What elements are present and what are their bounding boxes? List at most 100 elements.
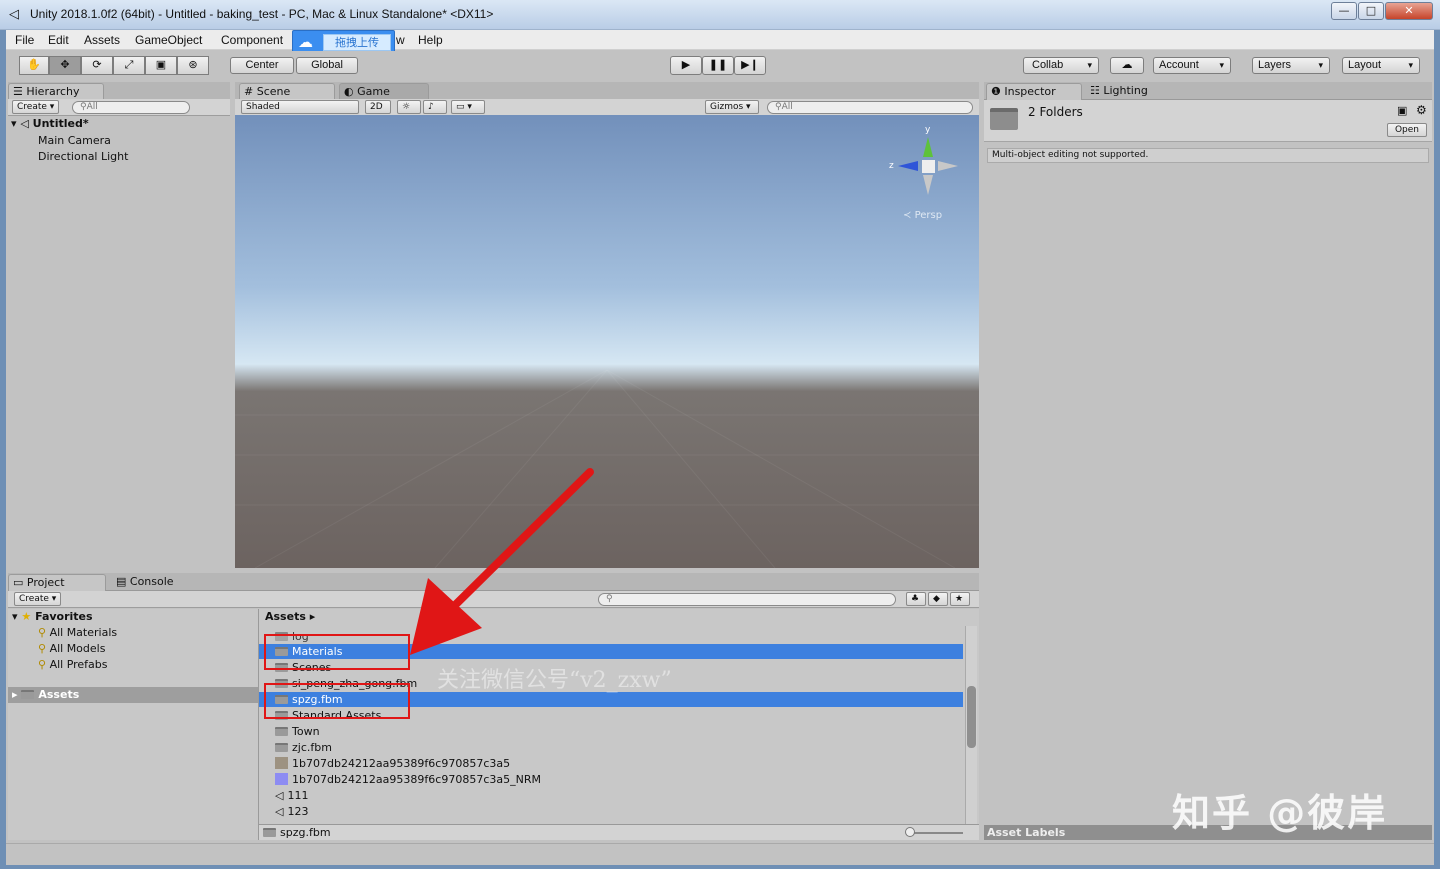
scene-gizmo[interactable]: y z ≺ Persp — [885, 125, 965, 221]
project-search-input[interactable]: ⚲ — [598, 593, 896, 606]
favorite-item[interactable]: ⚲ All Prefabs — [38, 658, 108, 671]
pause-icon[interactable]: ❚❚ — [702, 56, 734, 75]
layers-dropdown[interactable]: Layers — [1252, 57, 1330, 74]
filter-type-icon[interactable]: ♣ — [906, 592, 926, 606]
scene-search-input[interactable]: ⚲All — [767, 101, 973, 114]
collab-dropdown[interactable]: Collab — [1023, 57, 1099, 74]
favorites-row[interactable]: ▾ ★ Favorites — [12, 610, 93, 623]
favorite-item[interactable]: ⚲ All Models — [38, 642, 105, 655]
hierarchy-scene-row[interactable]: ▾ ◁ Untitled* — [11, 117, 89, 130]
menu-help[interactable]: Help — [418, 33, 443, 47]
inspector-tabbar: ❶ Inspector ☷ Lighting — [984, 82, 1432, 100]
menu-file[interactable]: File — [15, 33, 34, 47]
favorite-item[interactable]: ⚲ All Materials — [38, 626, 117, 639]
tab-lighting[interactable]: ☷ Lighting — [1086, 83, 1172, 100]
global-label: Global — [311, 59, 343, 71]
effects-dropdown-icon[interactable]: ▭ ▾ — [451, 100, 485, 114]
persp-text: Persp — [914, 210, 943, 221]
inspector-heading: 2 Folders — [1028, 105, 1083, 119]
icon-size-slider[interactable] — [905, 827, 963, 837]
hand-tool-icon[interactable]: ✋ — [19, 56, 49, 75]
hierarchy-create-dropdown[interactable]: Create ▾ — [12, 100, 60, 114]
lighting-tab-label: Lighting — [1103, 84, 1148, 97]
account-dropdown[interactable]: Account — [1153, 57, 1231, 74]
menu-assets[interactable]: Assets — [84, 33, 120, 47]
project-footer: spzg.fbm — [259, 824, 979, 840]
cloud-icon[interactable]: ☁ — [1110, 57, 1144, 74]
step-icon[interactable]: ▶❙ — [734, 56, 766, 75]
search-icon: ⚲ — [38, 658, 47, 671]
persp-label[interactable]: ≺ Persp — [903, 210, 942, 221]
window-titlebar: ◁ Unity 2018.1.0f2 (64bit) - Untitled - … — [0, 0, 1440, 30]
slider-knob[interactable] — [905, 827, 915, 837]
minimize-button[interactable]: — — [1331, 2, 1357, 20]
hierarchy-item[interactable]: Main Camera — [38, 134, 111, 147]
play-icon[interactable]: ▶ — [670, 56, 702, 75]
scrollbar-thumb[interactable] — [967, 686, 976, 748]
hierarchy-item[interactable]: Directional Light — [38, 150, 128, 163]
tab-scene[interactable]: # Scene — [239, 83, 335, 100]
settings-gear-icon[interactable]: ⚙ — [1416, 103, 1427, 117]
search-icon: ⚲ — [38, 642, 47, 655]
file-row-scene[interactable]: ◁ 111 — [275, 789, 308, 802]
tab-hierarchy[interactable]: ☰ Hierarchy — [8, 83, 104, 100]
transform-tool-icon[interactable]: ⊛ — [177, 56, 209, 75]
file-name: 1b707db24212aa95389f6c970857c3a5_NRM — [292, 773, 541, 786]
rect-tool-icon[interactable]: ▣ — [145, 56, 177, 75]
baidu-cloud-icon: ☁ — [298, 33, 313, 51]
tab-console[interactable]: ▤ Console — [112, 574, 202, 591]
shading-dropdown[interactable]: Shaded — [241, 100, 359, 114]
menu-edit[interactable]: Edit — [48, 33, 69, 47]
favorite-star-icon[interactable]: ★ — [950, 592, 970, 606]
layout-dropdown[interactable]: Layout — [1342, 57, 1420, 74]
favorite-item-label: All Materials — [49, 626, 118, 639]
inspector-panel: ❶ Inspector ☷ Lighting 2 Folders ▣ ⚙ Ope… — [984, 82, 1432, 840]
axis-gizmo-icon — [898, 137, 958, 195]
main-toolbar: ✋ ✥ ⟳ ⤢ ▣ ⊛ Center Global ▶ ❚❚ ▶❙ Collab… — [6, 51, 1434, 82]
project-create-dropdown[interactable]: Create ▾ — [14, 592, 62, 606]
gizmos-label: Gizmos — [710, 102, 744, 112]
gizmos-dropdown[interactable]: Gizmos ▾ — [705, 100, 759, 114]
maximize-button[interactable]: □ — [1358, 2, 1384, 20]
menu-window[interactable]: w — [396, 33, 405, 47]
account-label: Account — [1159, 59, 1199, 71]
scene-header: # Scene ◐ Game Shaded 2D ☼ ♪ ▭ ▾ Gizmos … — [235, 82, 979, 116]
audio-toggle-icon[interactable]: ♪ — [423, 100, 447, 114]
assets-root-row[interactable]: ▸ Assets — [8, 687, 258, 703]
menu-gameobject[interactable]: GameObject — [135, 33, 202, 47]
open-button[interactable]: Open — [1387, 123, 1427, 137]
scale-tool-icon[interactable]: ⤢ — [113, 56, 145, 75]
breadcrumb[interactable]: Assets ▸ — [265, 610, 315, 623]
filter-label-icon[interactable]: ◆ — [928, 592, 948, 606]
annotation-box-materials — [264, 634, 410, 670]
hierarchy-search-input[interactable]: ⚲All — [72, 101, 190, 114]
tab-inspector[interactable]: ❶ Inspector — [986, 83, 1082, 100]
file-row-scene[interactable]: ◁ 123 — [275, 805, 308, 818]
file-row-folder[interactable]: Town — [275, 725, 320, 738]
upload-label: 拖拽上传 — [323, 34, 391, 51]
unity-logo-icon: ◁ — [9, 7, 19, 22]
annotation-arrow — [410, 468, 594, 655]
file-row-folder[interactable]: zjc.fbm — [275, 741, 332, 754]
help-book-icon[interactable]: ▣ — [1397, 104, 1407, 117]
inspector-tab-label: Inspector — [1004, 85, 1056, 98]
favorite-item-label: All Models — [49, 642, 106, 655]
status-bar — [6, 843, 1434, 865]
lighting-toggle-icon[interactable]: ☼ — [397, 100, 421, 114]
hierarchy-subbar: Create ▾ ⚲All — [8, 99, 230, 116]
pivot-center-button[interactable]: Center — [230, 57, 294, 74]
tab-project[interactable]: ▭ Project — [8, 574, 106, 591]
project-scrollbar[interactable] — [965, 626, 977, 824]
tab-game[interactable]: ◐ Game — [339, 83, 429, 100]
close-button[interactable]: ✕ — [1385, 2, 1433, 20]
menu-component[interactable]: Component — [221, 33, 283, 47]
scene-name: Untitled* — [32, 117, 89, 130]
move-tool-icon[interactable]: ✥ — [49, 56, 81, 75]
pivot-global-button[interactable]: Global — [296, 57, 358, 74]
file-name: zjc.fbm — [292, 741, 332, 754]
file-name: Town — [292, 725, 320, 738]
file-row-texture[interactable]: 1b707db24212aa95389f6c970857c3a5_NRM — [275, 773, 541, 786]
2d-toggle[interactable]: 2D — [365, 100, 391, 114]
rotate-tool-icon[interactable]: ⟳ — [81, 56, 113, 75]
file-row-texture[interactable]: 1b707db24212aa95389f6c970857c3a5 — [275, 757, 510, 770]
